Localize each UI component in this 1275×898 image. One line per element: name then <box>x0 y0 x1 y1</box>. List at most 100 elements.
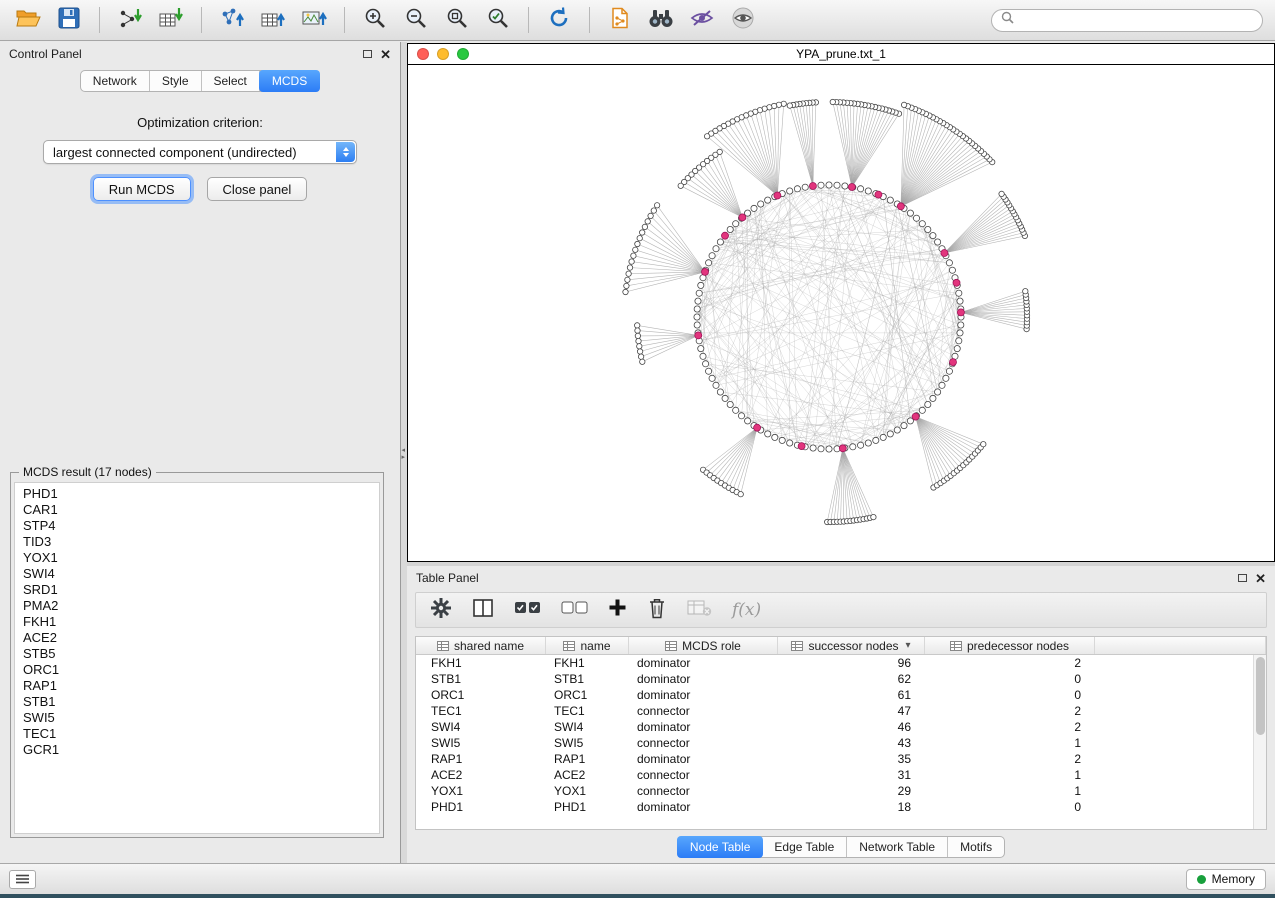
zoom-in-button[interactable] <box>359 5 391 35</box>
column-header-shared-name[interactable]: shared name <box>416 637 546 654</box>
search-box[interactable] <box>991 9 1263 32</box>
mcds-result-item[interactable]: ACE2 <box>23 630 371 646</box>
column-header-successor-nodes[interactable]: successor nodes ▾ <box>778 637 925 654</box>
mcds-result-item[interactable]: PMA2 <box>23 598 371 614</box>
open-session-button[interactable] <box>12 5 44 35</box>
table-cell: 47 <box>778 703 925 719</box>
table-cell: dominator <box>629 655 778 671</box>
mcds-result-item[interactable]: TID3 <box>23 534 371 550</box>
delete-column-trash-icon[interactable] <box>647 597 667 624</box>
import-network-button[interactable] <box>114 5 146 35</box>
mcds-result-item[interactable]: YOX1 <box>23 550 371 566</box>
zoom-out-button[interactable] <box>400 5 432 35</box>
scrollbar-thumb[interactable] <box>1256 657 1265 735</box>
mcds-result-item[interactable]: FKH1 <box>23 614 371 630</box>
table-row[interactable]: STB1STB1dominator620 <box>416 671 1253 687</box>
select-all-columns-icon[interactable] <box>514 599 541 622</box>
table-row[interactable]: YOX1YOX1connector291 <box>416 783 1253 799</box>
import-table-button[interactable] <box>155 5 187 35</box>
table-row[interactable]: PHD1PHD1dominator180 <box>416 799 1253 815</box>
refresh-icon <box>547 6 571 35</box>
table-cell: 18 <box>778 799 925 815</box>
eye-icon <box>730 7 756 34</box>
search-input[interactable] <box>1020 13 1253 27</box>
minimize-window-icon[interactable] <box>437 48 449 60</box>
float-panel-icon[interactable] <box>363 50 372 58</box>
mcds-result-item[interactable]: RAP1 <box>23 678 371 694</box>
create-column-plus-icon[interactable] <box>608 598 627 622</box>
mcds-result-item[interactable]: STP4 <box>23 518 371 534</box>
table-cell: 1 <box>925 735 1095 751</box>
task-history-button[interactable] <box>9 870 36 889</box>
mcds-result-list[interactable]: PHD1CAR1STP4TID3YOX1SWI4SRD1PMA2FKH1ACE2… <box>14 482 380 834</box>
search-network-button[interactable] <box>645 5 677 35</box>
table-row[interactable]: FKH1FKH1dominator962 <box>416 655 1253 671</box>
criterion-select[interactable]: largest connected component (undirected) <box>43 140 357 164</box>
close-panel-button[interactable]: Close panel <box>207 177 308 201</box>
close-panel-icon[interactable]: ✕ <box>1255 572 1266 585</box>
save-session-button[interactable] <box>53 5 85 35</box>
table-cell: ORC1 <box>546 687 629 703</box>
table-cell-filler <box>1095 735 1253 751</box>
column-grid-icon <box>665 641 677 651</box>
mcds-result-item[interactable]: SWI5 <box>23 710 371 726</box>
mcds-result-item[interactable]: PHD1 <box>23 486 371 502</box>
tab-network[interactable]: Network <box>81 71 150 91</box>
zoom-out-icon <box>404 6 428 35</box>
maximize-window-icon[interactable] <box>457 48 469 60</box>
table-panel-header: Table Panel ✕ <box>407 566 1275 590</box>
column-header-mcds-role[interactable]: MCDS role <box>629 637 778 654</box>
table-cell: SWI5 <box>546 735 629 751</box>
splitter-grip-icon[interactable]: ◂▸ <box>402 447 406 461</box>
float-panel-icon[interactable] <box>1238 574 1247 582</box>
table-row[interactable]: SWI5SWI5connector431 <box>416 735 1253 751</box>
table-row[interactable]: TEC1TEC1connector472 <box>416 703 1253 719</box>
export-image-button[interactable] <box>298 5 330 35</box>
tab-node-table[interactable]: Node Table <box>677 836 764 858</box>
network-window-titlebar[interactable]: YPA_prune.txt_1 <box>408 44 1274 65</box>
mcds-result-item[interactable]: STB5 <box>23 646 371 662</box>
refresh-button[interactable] <box>543 5 575 35</box>
tab-edge-table[interactable]: Edge Table <box>762 837 847 857</box>
column-header-predecessor-nodes[interactable]: predecessor nodes <box>925 637 1095 654</box>
zoom-fit-button[interactable] <box>441 5 473 35</box>
mcds-result-item[interactable]: CAR1 <box>23 502 371 518</box>
export-table-button[interactable] <box>257 5 289 35</box>
sort-dropdown-icon[interactable]: ▾ <box>906 640 911 651</box>
table-body: FKH1FKH1dominator962STB1STB1dominator620… <box>416 655 1253 829</box>
mcds-result-item[interactable]: SRD1 <box>23 582 371 598</box>
network-canvas[interactable] <box>408 65 1274 560</box>
table-row[interactable]: ORC1ORC1dominator610 <box>416 687 1253 703</box>
tab-select[interactable]: Select <box>202 71 260 91</box>
mcds-result-item[interactable]: ORC1 <box>23 662 371 678</box>
table-settings-gear-icon[interactable] <box>430 597 452 624</box>
show-selection-button[interactable] <box>727 5 759 35</box>
show-columns-icon[interactable] <box>472 598 494 623</box>
run-mcds-button[interactable]: Run MCDS <box>93 177 191 201</box>
table-cell-filler <box>1095 687 1253 703</box>
mcds-result-item[interactable]: SWI4 <box>23 566 371 582</box>
hide-selection-button[interactable] <box>686 5 718 35</box>
close-window-icon[interactable] <box>417 48 429 60</box>
mcds-result-item[interactable]: STB1 <box>23 694 371 710</box>
column-header-name[interactable]: name <box>546 637 629 654</box>
table-row[interactable]: ACE2ACE2connector311 <box>416 767 1253 783</box>
mcds-result-item[interactable]: GCR1 <box>23 742 371 758</box>
tab-network-table[interactable]: Network Table <box>847 837 948 857</box>
optimization-criterion-label: Optimization criterion: <box>0 115 400 130</box>
tab-motifs[interactable]: Motifs <box>948 837 1004 857</box>
mcds-result-group: MCDS result (17 nodes) PHD1CAR1STP4TID3Y… <box>10 465 384 838</box>
table-row[interactable]: SWI4SWI4dominator462 <box>416 719 1253 735</box>
tab-mcds[interactable]: MCDS <box>259 70 320 92</box>
table-scrollbar[interactable] <box>1253 655 1266 829</box>
memory-button[interactable]: Memory <box>1186 869 1266 890</box>
tab-style[interactable]: Style <box>150 71 202 91</box>
mcds-result-item[interactable]: TEC1 <box>23 726 371 742</box>
table-row[interactable]: RAP1RAP1dominator352 <box>416 751 1253 767</box>
close-panel-icon[interactable]: ✕ <box>380 48 391 61</box>
export-network-button[interactable] <box>216 5 248 35</box>
toolbar-separator <box>589 7 590 33</box>
deselect-all-columns-icon[interactable] <box>561 599 588 622</box>
zoom-selected-button[interactable] <box>482 5 514 35</box>
network-from-clipboard-button[interactable] <box>604 5 636 35</box>
